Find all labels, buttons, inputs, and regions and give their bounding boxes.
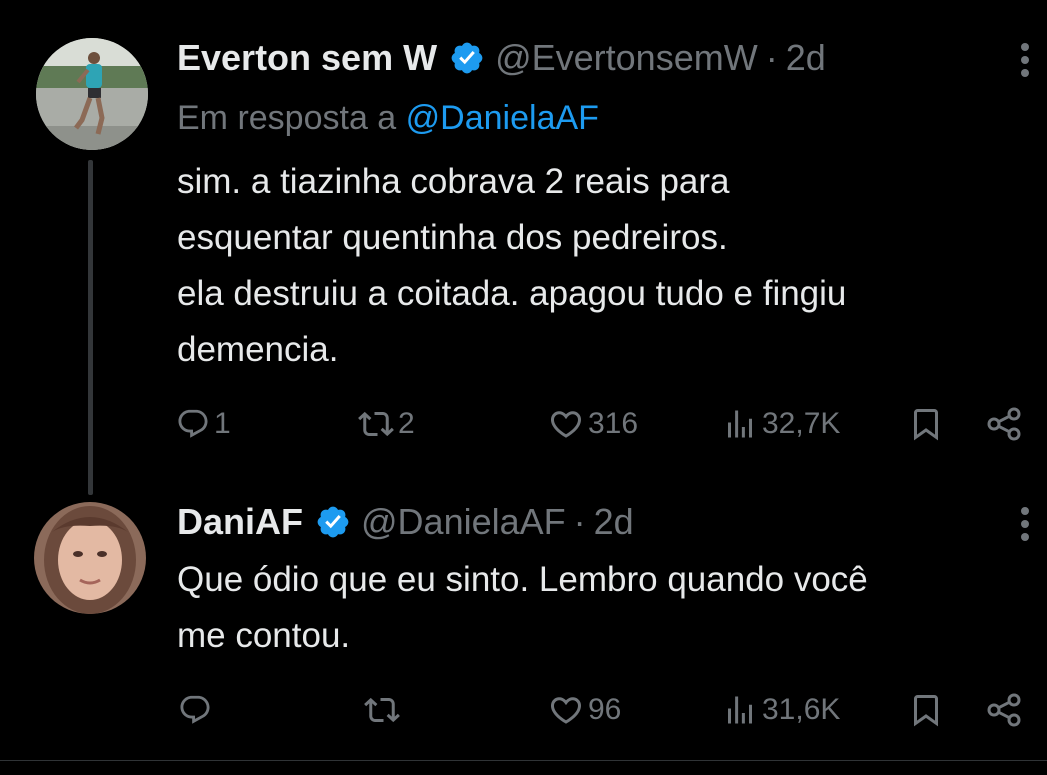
separator-dot: · [573, 501, 586, 542]
tweet-text: sim. a tiazinha cobrava 2 reais para esq… [177, 154, 1027, 378]
separator-dot: · [765, 37, 778, 78]
reply-button[interactable] [178, 690, 216, 730]
reply-icon [178, 693, 212, 727]
reply-button[interactable]: 1 [176, 404, 231, 444]
reply-icon [176, 407, 210, 441]
repost-button[interactable]: 2 [358, 404, 415, 444]
tweet-daniaf[interactable]: DaniAF @DanielaAF · 2d Que ódio que eu s… [0, 480, 1047, 760]
like-count: 96 [588, 693, 622, 726]
share-button[interactable] [984, 404, 1024, 444]
like-icon [548, 692, 584, 728]
views-count: 32,7K [762, 407, 841, 440]
tweet-actions: 96 31,6K [0, 690, 1047, 730]
tweet-text-line: sim. a tiazinha cobrava 2 reais para [177, 162, 730, 201]
tweet-header: DaniAF @DanielaAF · 2d [177, 500, 634, 544]
tweet-everton[interactable]: Everton sem W @EvertonsemW · 2d Em respo… [0, 0, 1047, 470]
avatar[interactable] [34, 502, 146, 614]
like-icon [548, 406, 584, 442]
bookmark-icon [908, 692, 944, 728]
timestamp[interactable]: 2d [786, 36, 826, 80]
timestamp[interactable]: 2d [594, 500, 634, 544]
tweet-actions: 1 2 316 32,7K [0, 404, 1047, 444]
divider [0, 760, 1047, 761]
like-button[interactable]: 96 [548, 690, 621, 730]
repost-count: 2 [398, 407, 415, 440]
author-handle[interactable]: @DanielaAF [361, 500, 566, 544]
reply-count: 1 [214, 407, 231, 440]
like-count: 316 [588, 407, 639, 440]
repost-icon [364, 692, 400, 728]
replying-to: Em resposta a @DanielaAF [177, 96, 599, 140]
author-name[interactable]: Everton sem W [177, 36, 437, 80]
tweet-header: Everton sem W @EvertonsemW · 2d [177, 36, 826, 80]
views-count: 31,6K [762, 693, 841, 726]
bookmark-button[interactable] [908, 690, 944, 730]
verified-badge-icon [315, 504, 351, 540]
tweet-text-line: demencia. [177, 330, 339, 369]
repost-icon [358, 406, 394, 442]
more-options-icon[interactable] [1019, 40, 1031, 80]
tweet-text-line: me contou. [177, 616, 351, 655]
views-icon [722, 406, 758, 442]
author-handle[interactable]: @EvertonsemW [495, 36, 758, 80]
verified-badge-icon [449, 40, 485, 76]
author-name[interactable]: DaniAF [177, 500, 303, 544]
views-button[interactable]: 31,6K [722, 690, 840, 730]
share-icon [984, 404, 1024, 444]
tweet-text: Que ódio que eu sinto. Lembro quando voc… [177, 552, 1027, 664]
bookmark-icon [908, 406, 944, 442]
repost-button[interactable] [364, 690, 404, 730]
views-button[interactable]: 32,7K [722, 404, 840, 444]
tweet-text-line: ela destruiu a coitada. apagou tudo e fi… [177, 274, 847, 313]
bookmark-button[interactable] [908, 404, 944, 444]
share-icon [984, 690, 1024, 730]
tweet-text-line: Que ódio que eu sinto. Lembro quando voc… [177, 560, 868, 599]
replying-mention-link[interactable]: @DanielaAF [406, 99, 599, 137]
tweet-text-line: esquentar quentinha dos pedreiros. [177, 218, 728, 257]
avatar[interactable] [36, 38, 148, 150]
more-options-icon[interactable] [1019, 504, 1031, 544]
share-button[interactable] [984, 690, 1024, 730]
like-button[interactable]: 316 [548, 404, 638, 444]
replying-prefix: Em resposta a [177, 99, 397, 137]
views-icon [722, 692, 758, 728]
